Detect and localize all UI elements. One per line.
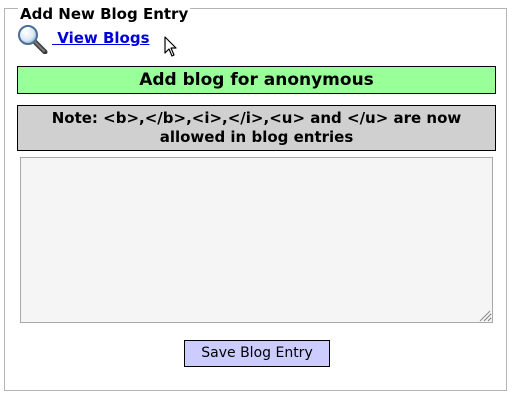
- magnifier-icon: [16, 24, 48, 55]
- mouse-pointer-icon: [164, 36, 178, 58]
- resize-grip-icon[interactable]: [477, 307, 491, 322]
- anonymous-blog-banner: Add blog for anonymous: [17, 66, 496, 94]
- fieldset-legend: Add New Blog Entry: [18, 6, 191, 26]
- view-blogs-link[interactable]: View Blogs: [16, 24, 150, 55]
- save-blog-entry-button[interactable]: Save Blog Entry: [184, 340, 330, 367]
- view-blogs-label: View Blogs: [52, 29, 150, 47]
- blog-entry-textarea[interactable]: [20, 157, 493, 323]
- allowed-tags-note: Note: <b>,</b>,<i>,</i>,<u> and </u> are…: [17, 105, 496, 151]
